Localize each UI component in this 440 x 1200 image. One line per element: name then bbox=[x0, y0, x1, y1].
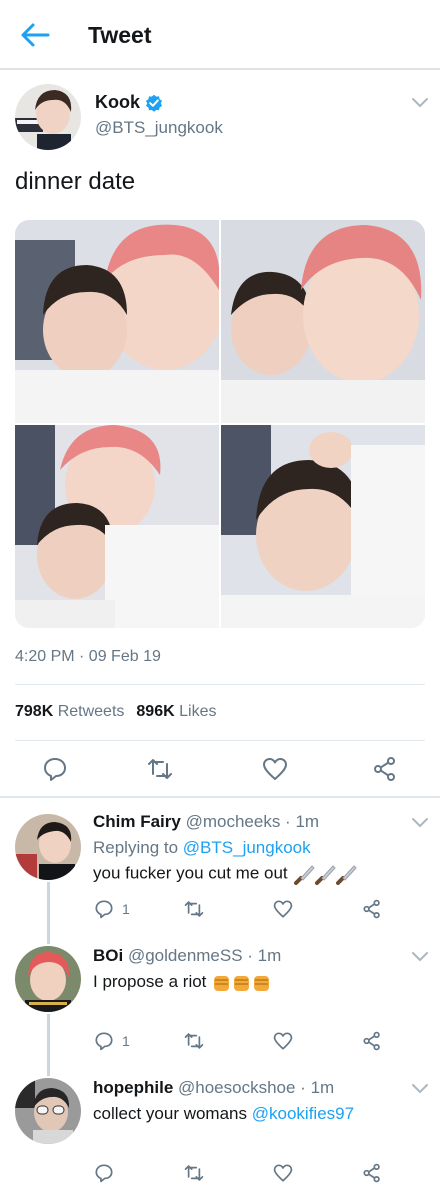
share-button[interactable] bbox=[362, 1162, 382, 1184]
retweet-icon bbox=[184, 1033, 204, 1049]
page-title: Tweet bbox=[88, 22, 152, 48]
like-button[interactable] bbox=[273, 898, 293, 920]
reply-count: 1 bbox=[122, 901, 130, 917]
section-separator bbox=[0, 796, 440, 798]
heart-icon bbox=[273, 1032, 293, 1050]
reply-avatar[interactable] bbox=[15, 946, 81, 1012]
tweet-text: dinner date bbox=[15, 168, 136, 195]
reply-action-bar: 1 bbox=[0, 898, 440, 922]
retweets-stat[interactable]: 798K Retweets bbox=[15, 703, 124, 720]
retweet-button[interactable] bbox=[184, 1030, 204, 1052]
like-button[interactable] bbox=[273, 1162, 293, 1184]
reply-avatar[interactable] bbox=[15, 814, 81, 880]
chevron-down-icon[interactable] bbox=[412, 818, 428, 828]
divider bbox=[15, 740, 425, 741]
replying-to-link[interactable]: @BTS_jungkook bbox=[183, 838, 311, 857]
chevron-down-icon[interactable] bbox=[412, 952, 428, 962]
retweet-button[interactable] bbox=[147, 756, 173, 782]
share-button[interactable] bbox=[372, 756, 398, 782]
tweet-timestamp[interactable]: 4:20 PM · 09 Feb 19 bbox=[15, 648, 161, 666]
reply-button[interactable] bbox=[42, 756, 68, 782]
reply-action-bar: 1 bbox=[0, 1030, 440, 1054]
reply-author-name[interactable]: Chim Fairy bbox=[93, 812, 181, 831]
reply-text-line: I propose a riot bbox=[93, 972, 271, 993]
reply-text: I propose a riot bbox=[93, 972, 207, 991]
reply-author-name[interactable]: hopephile bbox=[93, 1078, 173, 1097]
like-button[interactable] bbox=[273, 1030, 293, 1052]
share-icon bbox=[374, 757, 395, 781]
reply-icon bbox=[95, 900, 113, 919]
reply-count: 1 bbox=[122, 1033, 130, 1049]
reply-header: Chim Fairy @mocheeks · 1m bbox=[93, 812, 319, 832]
reply-icon bbox=[95, 1164, 113, 1183]
verified-badge-icon bbox=[146, 94, 162, 112]
retweet-button[interactable] bbox=[184, 1162, 204, 1184]
thread-connector bbox=[47, 1014, 50, 1076]
share-icon bbox=[363, 1163, 380, 1183]
reply-header: hopephile @hoesockshoe · 1m bbox=[93, 1078, 334, 1098]
heart-icon bbox=[273, 1164, 293, 1182]
engagement-counts: 798K Retweets 896K Likes bbox=[15, 703, 216, 721]
retweet-icon bbox=[148, 759, 172, 779]
reply-icon bbox=[95, 1032, 113, 1051]
share-button[interactable] bbox=[362, 1030, 382, 1052]
divider bbox=[15, 684, 425, 685]
arrow-left-icon[interactable] bbox=[20, 22, 50, 48]
author-avatar[interactable] bbox=[15, 84, 81, 150]
likes-label: Likes bbox=[179, 703, 217, 720]
share-icon bbox=[363, 899, 380, 919]
author-name[interactable]: Kook bbox=[95, 92, 140, 113]
reply-button[interactable]: 1 bbox=[94, 1030, 130, 1052]
reply-button[interactable]: 1 bbox=[94, 898, 130, 920]
raised-fist-emoji-icon bbox=[214, 975, 270, 991]
heart-icon bbox=[263, 758, 287, 780]
tweet-media-grid[interactable] bbox=[15, 220, 425, 628]
replying-to-prefix: Replying to bbox=[93, 838, 179, 857]
retweet-icon bbox=[184, 901, 204, 917]
reply-button[interactable] bbox=[94, 1162, 114, 1184]
reply-text-line: you fucker you cut me out bbox=[93, 863, 358, 885]
author-name-row[interactable]: Kook bbox=[95, 92, 163, 113]
reply-text: you fucker you cut me out bbox=[93, 863, 288, 883]
mention-link[interactable]: @kookifies97 bbox=[252, 1104, 354, 1123]
media-photo-4[interactable] bbox=[221, 425, 425, 628]
reply-meta: @hoesockshoe · 1m bbox=[178, 1078, 335, 1097]
media-photo-1[interactable] bbox=[15, 220, 219, 423]
likes-stat[interactable]: 896K Likes bbox=[136, 703, 216, 720]
chevron-down-icon[interactable] bbox=[412, 1084, 428, 1094]
likes-count: 896K bbox=[136, 703, 175, 720]
reply-text-line: collect your womans @kookifies97 bbox=[93, 1104, 354, 1124]
share-icon bbox=[363, 1031, 380, 1051]
share-button[interactable] bbox=[362, 898, 382, 920]
reply-icon bbox=[44, 758, 66, 781]
tweet-action-bar bbox=[0, 756, 440, 796]
media-photo-2[interactable] bbox=[221, 220, 425, 423]
reply-header: BOi @goldenmeSS · 1m bbox=[93, 946, 281, 966]
retweets-label: Retweets bbox=[57, 703, 125, 720]
replying-to-line: Replying to @BTS_jungkook bbox=[93, 838, 311, 858]
chevron-down-icon[interactable] bbox=[412, 98, 428, 108]
reply-meta: @mocheeks · 1m bbox=[185, 812, 320, 831]
like-button[interactable] bbox=[262, 756, 288, 782]
reply-author-name[interactable]: BOi bbox=[93, 946, 123, 965]
reply-meta: @goldenmeSS · 1m bbox=[127, 946, 282, 965]
media-photo-3[interactable] bbox=[15, 425, 219, 628]
knife-emoji-icon bbox=[294, 865, 358, 885]
reply-action-bar bbox=[0, 1162, 440, 1186]
reply-avatar[interactable] bbox=[15, 1078, 81, 1144]
author-handle[interactable]: @BTS_jungkook bbox=[95, 118, 223, 138]
top-app-bar: Tweet bbox=[0, 0, 440, 70]
reply-text: collect your womans bbox=[93, 1104, 248, 1123]
retweets-count: 798K bbox=[15, 703, 54, 720]
heart-icon bbox=[273, 900, 293, 918]
thread-connector bbox=[47, 882, 50, 944]
retweet-button[interactable] bbox=[184, 898, 204, 920]
retweet-icon bbox=[184, 1165, 204, 1181]
